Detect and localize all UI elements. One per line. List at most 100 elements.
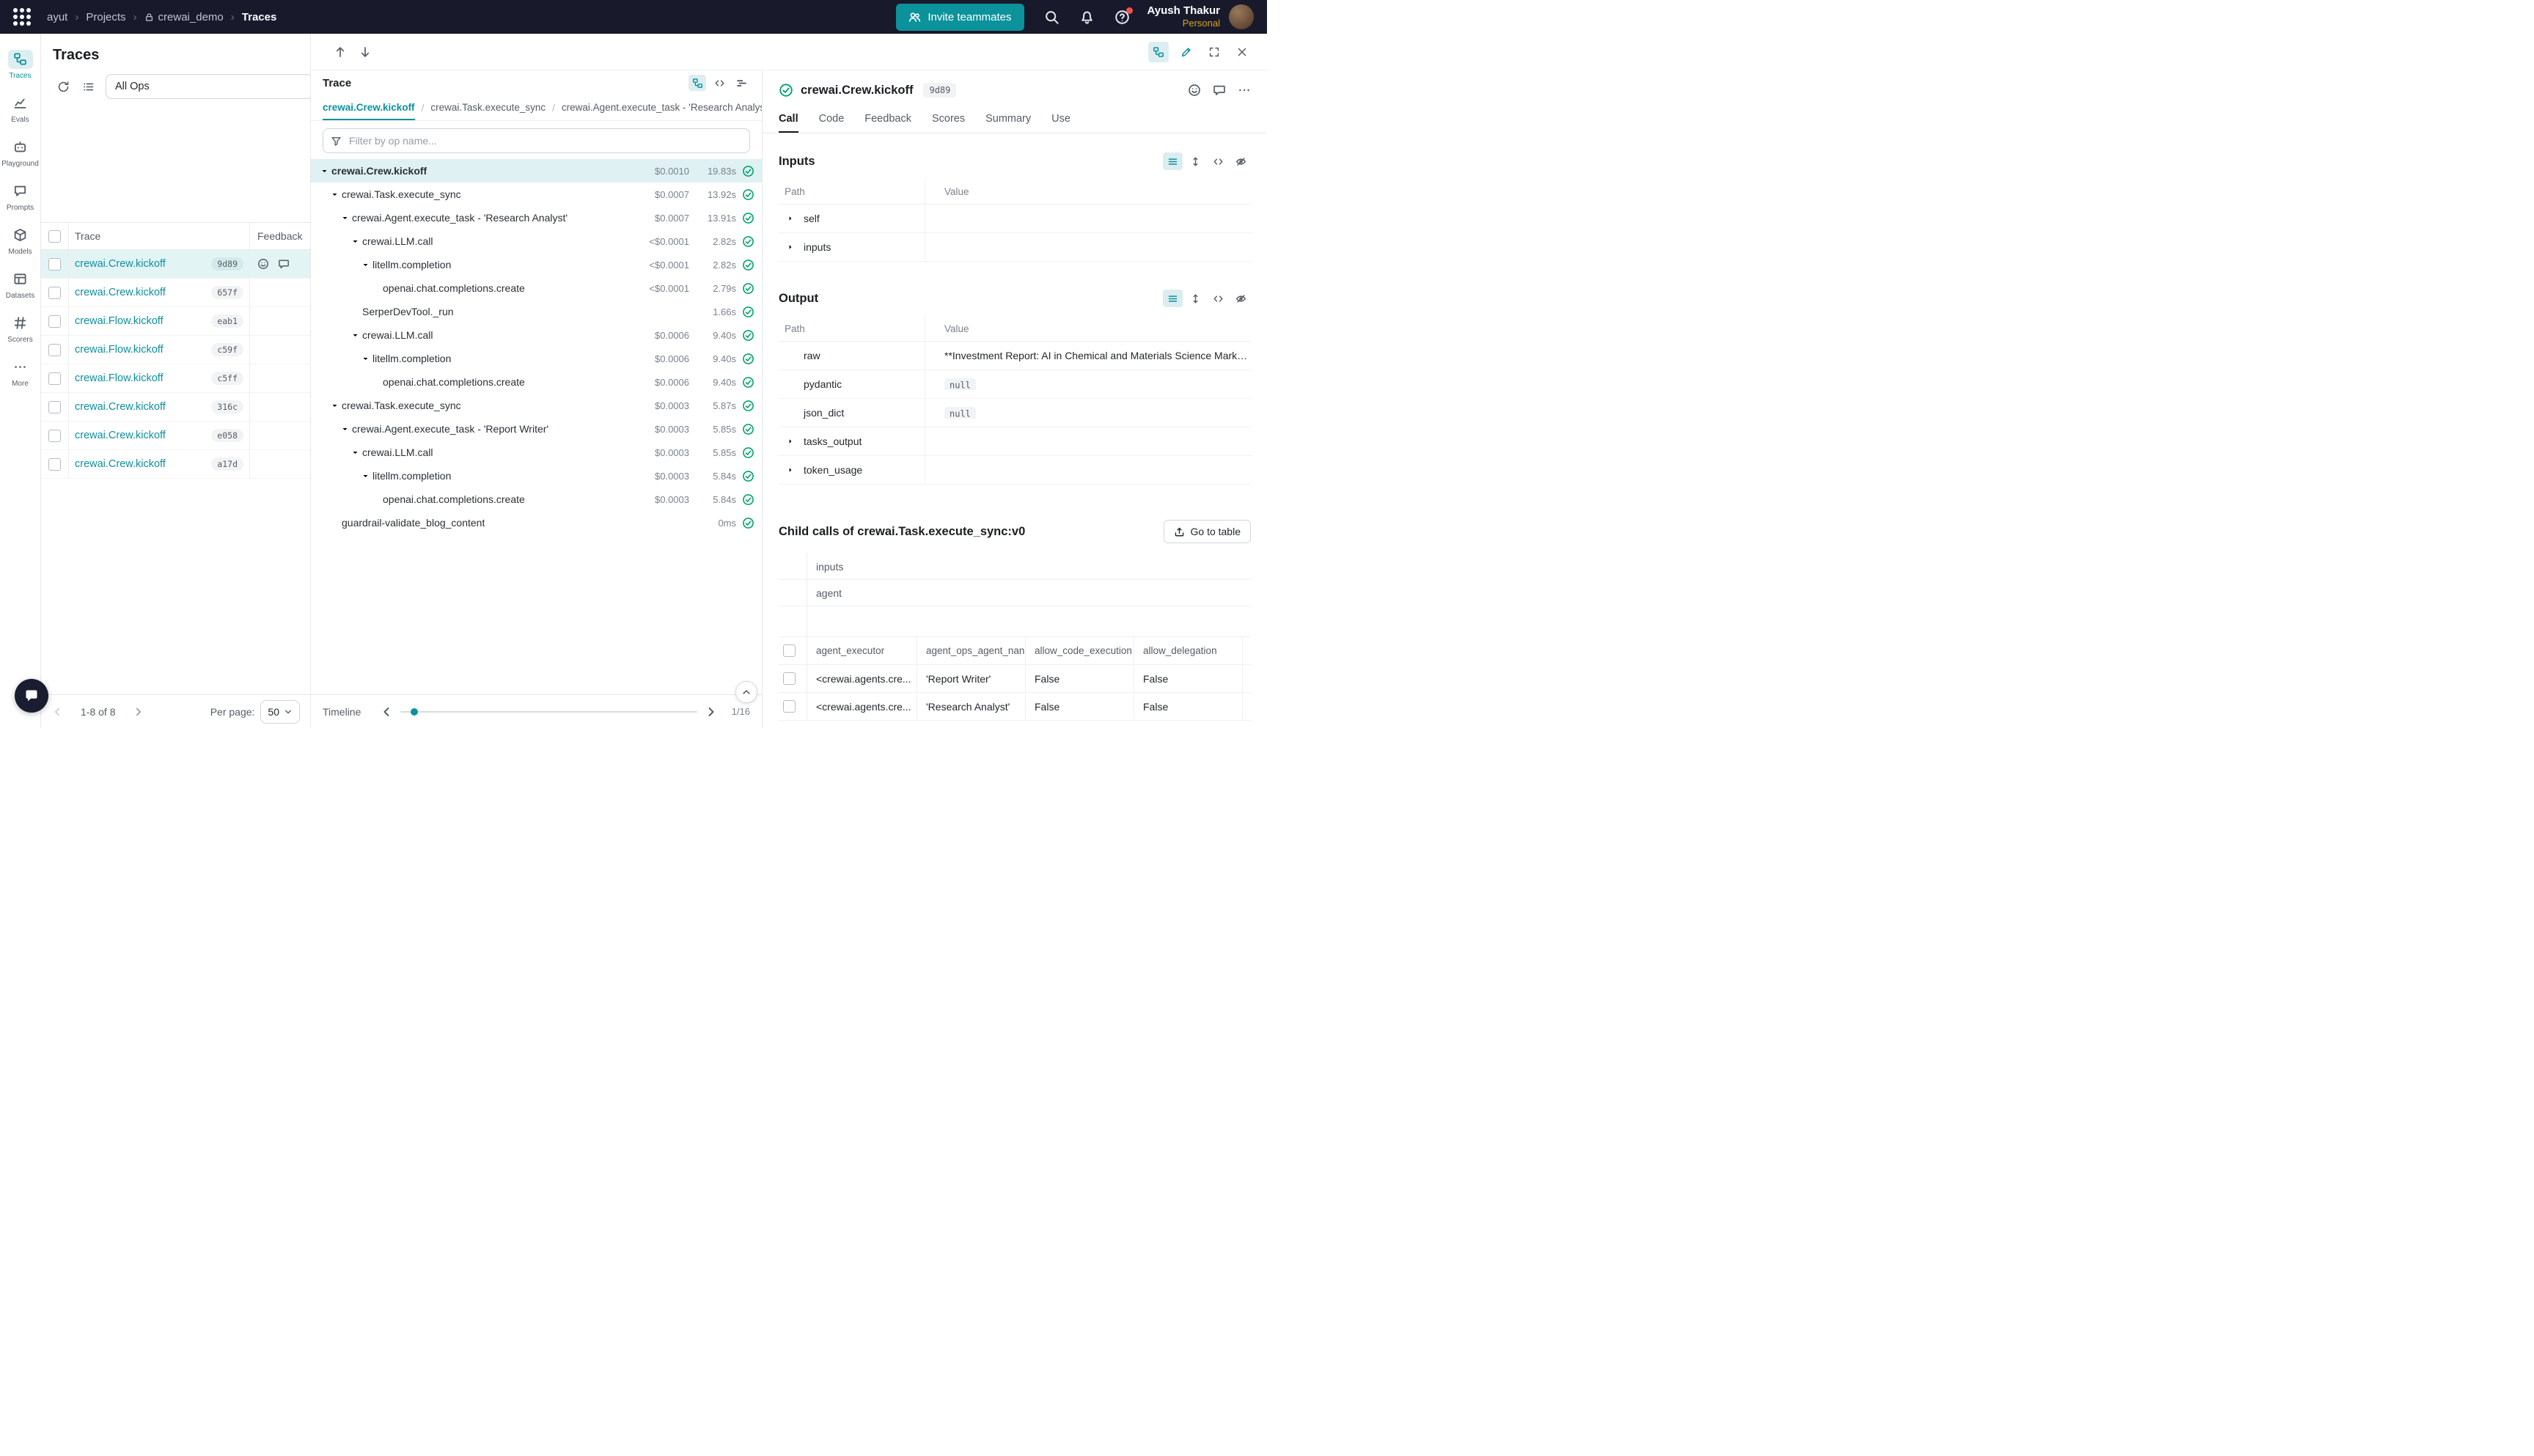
output-pretty-view-button[interactable] bbox=[1163, 290, 1183, 307]
collapse-caret-icon[interactable] bbox=[359, 470, 371, 482]
timeline-next-icon[interactable] bbox=[705, 705, 718, 718]
sidebar-item-scorers[interactable]: Scorers bbox=[0, 306, 41, 350]
inputs-pretty-view-button[interactable] bbox=[1163, 152, 1183, 170]
row-checkbox[interactable] bbox=[48, 258, 61, 271]
breadcrumb-item[interactable]: ayut bbox=[47, 11, 67, 23]
avatar[interactable] bbox=[1229, 4, 1254, 29]
collapse-caret-icon[interactable] bbox=[359, 353, 371, 364]
output-code-view-button[interactable] bbox=[1208, 290, 1228, 307]
collapse-caret-icon[interactable] bbox=[349, 235, 361, 247]
tab-scores[interactable]: Scores bbox=[932, 106, 965, 133]
output-row[interactable]: json_dictnull bbox=[779, 399, 1251, 427]
column-settings-button[interactable] bbox=[78, 76, 98, 97]
trace-tree-node[interactable]: openai.chat.completions.create$0.00035.8… bbox=[311, 488, 762, 511]
breadcrumb-item[interactable]: crewai_demo bbox=[144, 11, 224, 23]
output-hide-values-button[interactable] bbox=[1231, 290, 1251, 307]
row-checkbox[interactable] bbox=[48, 372, 61, 385]
collapse-caret-icon[interactable] bbox=[339, 423, 350, 435]
inputs-row[interactable]: self bbox=[779, 205, 1251, 233]
refresh-button[interactable] bbox=[53, 76, 73, 97]
prev-page-icon[interactable] bbox=[51, 706, 63, 718]
trace-link[interactable]: crewai.Crew.kickoff bbox=[75, 258, 166, 270]
row-checkbox[interactable] bbox=[783, 700, 796, 713]
sidebar-item-models[interactable]: Models bbox=[0, 218, 41, 262]
trace-tree-node[interactable]: crewai.Task.execute_sync$0.00035.87s bbox=[311, 394, 762, 417]
user-menu[interactable]: Ayush Thakur Personal bbox=[1147, 4, 1220, 30]
child-table-row[interactable]: <crewai.agents.cre...'Research Analyst'F… bbox=[779, 693, 1251, 721]
invite-teammates-button[interactable]: Invite teammates bbox=[896, 4, 1024, 31]
next-call-button[interactable] bbox=[355, 42, 375, 62]
expand-chevron-icon[interactable] bbox=[785, 213, 796, 224]
output-expand-values-button[interactable] bbox=[1186, 290, 1205, 307]
search-icon[interactable] bbox=[1044, 10, 1059, 25]
tab-call[interactable]: Call bbox=[779, 106, 798, 133]
trace-link[interactable]: crewai.Crew.kickoff bbox=[75, 287, 166, 298]
flame-view-button[interactable] bbox=[732, 75, 750, 91]
row-checkbox[interactable] bbox=[48, 401, 61, 413]
trace-tree-node[interactable]: crewai.LLM.call$0.00069.40s bbox=[311, 323, 762, 347]
sidebar-item-evals[interactable]: Evals bbox=[0, 87, 41, 130]
tab-use[interactable]: Use bbox=[1051, 106, 1070, 133]
select-all-checkbox[interactable] bbox=[48, 230, 61, 243]
wandb-logo[interactable] bbox=[13, 8, 31, 26]
collapse-caret-icon[interactable] bbox=[339, 212, 350, 224]
trace-table-row[interactable]: crewai.Crew.kickoffe058 bbox=[41, 422, 310, 450]
emoji-feedback-icon[interactable] bbox=[1188, 84, 1201, 97]
trace-tree-node[interactable]: litellm.completion$0.00069.40s bbox=[311, 347, 762, 370]
trace-tree-node[interactable]: crewai.Agent.execute_task - 'Research An… bbox=[311, 206, 762, 229]
tab-summary[interactable]: Summary bbox=[985, 106, 1031, 133]
expand-chevron-icon[interactable] bbox=[785, 435, 796, 447]
trace-tree-node[interactable]: litellm.completion<$0.00012.82s bbox=[311, 253, 762, 276]
sidebar-item-datasets[interactable]: Datasets bbox=[0, 262, 41, 306]
child-table-row[interactable]: <crewai.agents.cre...'Report Writer'Fals… bbox=[779, 665, 1251, 693]
trace-tree-node[interactable]: SerperDevTool._run1.66s bbox=[311, 300, 762, 323]
notifications-bell-icon[interactable] bbox=[1079, 10, 1095, 25]
output-row[interactable]: raw**Investment Report: AI in Chemical a… bbox=[779, 342, 1251, 370]
output-row[interactable]: pydanticnull bbox=[779, 370, 1251, 399]
path-tab[interactable]: crewai.Crew.kickoff bbox=[323, 95, 415, 120]
tree-view-toggle-button[interactable] bbox=[1148, 42, 1169, 62]
go-to-table-button[interactable]: Go to table bbox=[1164, 520, 1252, 543]
tab-code[interactable]: Code bbox=[819, 106, 845, 133]
trace-link[interactable]: crewai.Crew.kickoff bbox=[75, 401, 166, 413]
per-page-select[interactable]: 50 bbox=[260, 700, 300, 724]
row-checkbox[interactable] bbox=[48, 315, 61, 328]
trace-tree-node[interactable]: crewai.Crew.kickoff$0.001019.83s bbox=[311, 159, 762, 183]
inputs-expand-values-button[interactable] bbox=[1186, 152, 1205, 170]
timeline-handle[interactable] bbox=[411, 708, 418, 716]
select-all-checkbox[interactable] bbox=[783, 644, 796, 657]
collapse-caret-icon[interactable] bbox=[328, 188, 340, 200]
trace-link[interactable]: crewai.Flow.kickoff bbox=[75, 344, 164, 356]
trace-table-row[interactable]: crewai.Crew.kickoff9d89 bbox=[41, 250, 310, 279]
path-tab[interactable]: crewai.Task.execute_sync bbox=[430, 95, 546, 120]
inputs-row[interactable]: inputs bbox=[779, 233, 1251, 262]
output-row[interactable]: token_usage bbox=[779, 456, 1251, 485]
trace-table-row[interactable]: crewai.Flow.kickoffeab1 bbox=[41, 307, 310, 336]
collapse-caret-icon[interactable] bbox=[328, 400, 340, 411]
sidebar-item-traces[interactable]: Traces bbox=[0, 43, 41, 87]
timeline-prev-icon[interactable] bbox=[380, 705, 393, 718]
next-page-icon[interactable] bbox=[133, 706, 144, 718]
collapse-caret-icon[interactable] bbox=[318, 165, 330, 177]
overflow-menu-icon[interactable] bbox=[1238, 84, 1251, 97]
tab-feedback[interactable]: Feedback bbox=[864, 106, 911, 133]
scroll-to-top-button[interactable] bbox=[735, 681, 757, 703]
collapse-caret-icon[interactable] bbox=[349, 329, 361, 341]
inputs-hide-values-button[interactable] bbox=[1231, 152, 1251, 170]
trace-link[interactable]: crewai.Crew.kickoff bbox=[75, 458, 166, 470]
op-filter-input[interactable] bbox=[348, 134, 742, 147]
trace-table-row[interactable]: crewai.Crew.kickoff657f bbox=[41, 279, 310, 307]
previous-call-button[interactable] bbox=[330, 42, 350, 62]
code-composition-button[interactable] bbox=[710, 75, 728, 91]
fullscreen-button[interactable] bbox=[1204, 42, 1224, 62]
trace-link[interactable]: crewai.Crew.kickoff bbox=[75, 430, 166, 441]
close-panel-button[interactable] bbox=[1232, 42, 1252, 62]
trace-table-row[interactable]: crewai.Flow.kickoffc59f bbox=[41, 336, 310, 364]
trace-tree-node[interactable]: openai.chat.completions.create$0.00069.4… bbox=[311, 370, 762, 394]
row-checkbox[interactable] bbox=[48, 458, 61, 471]
tree-layout-button[interactable] bbox=[688, 75, 706, 91]
collapse-caret-icon[interactable] bbox=[349, 446, 361, 458]
sidebar-item-playground[interactable]: Playground bbox=[0, 130, 41, 174]
row-checkbox[interactable] bbox=[48, 430, 61, 442]
trace-tree-node[interactable]: crewai.Task.execute_sync$0.000713.92s bbox=[311, 183, 762, 206]
